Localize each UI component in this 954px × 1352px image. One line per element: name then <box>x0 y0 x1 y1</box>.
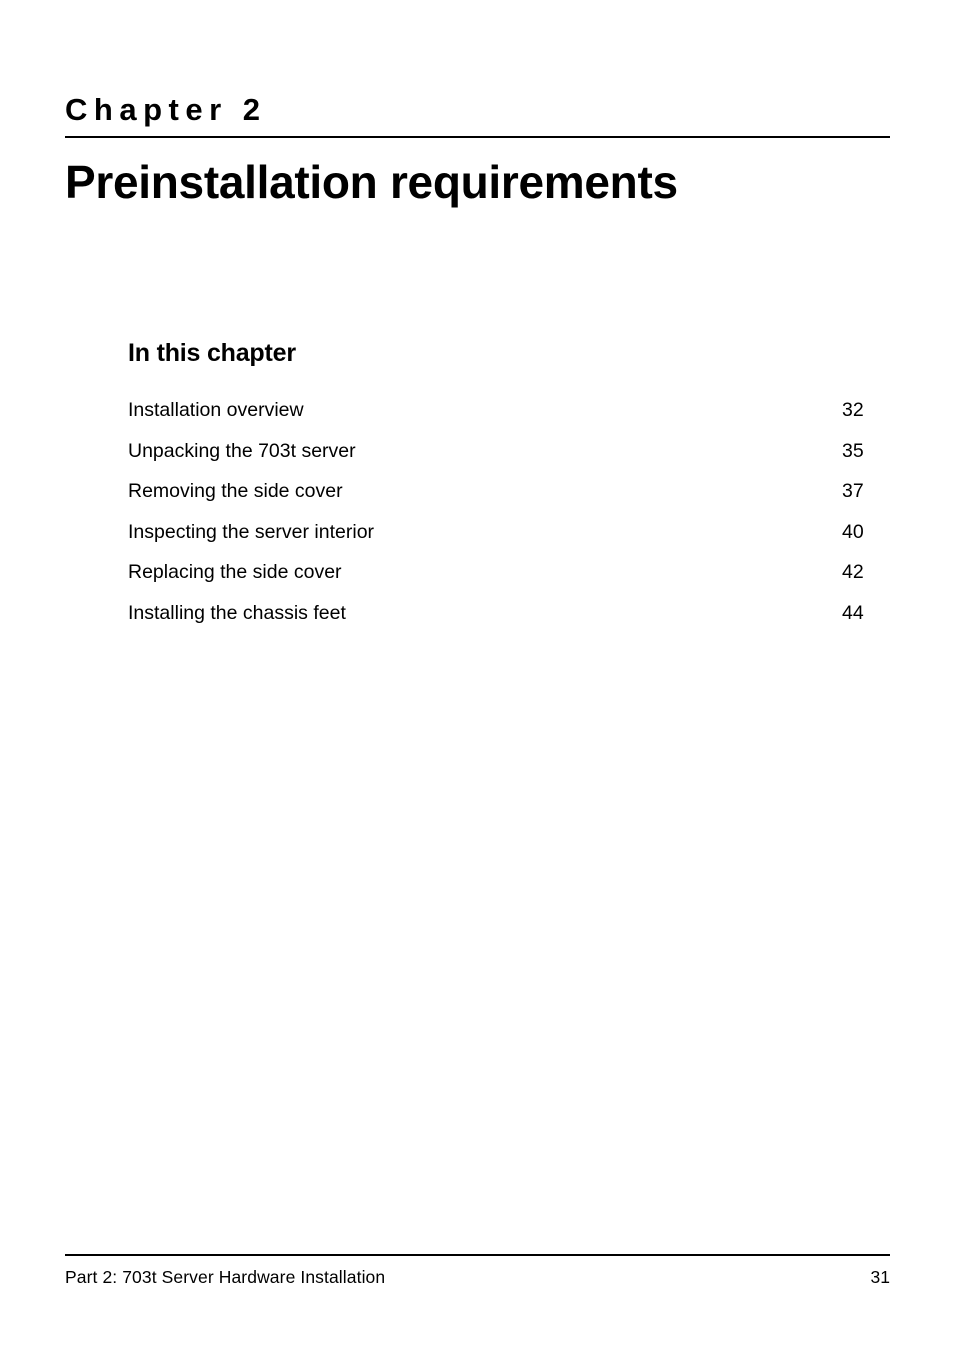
footer-page-number: 31 <box>870 1267 890 1287</box>
toc-entry-label: Replacing the side cover <box>128 561 342 584</box>
toc-entry[interactable]: Installation overview 32 <box>128 390 888 431</box>
footer-row: Part 2: 703t Server Hardware Installatio… <box>65 1256 890 1289</box>
toc-entry[interactable]: Removing the side cover 37 <box>128 471 888 512</box>
toc-entry[interactable]: Replacing the side cover 42 <box>128 552 888 593</box>
toc-entry-page-number: 32 <box>842 399 864 421</box>
chapter-header: Chapter 2 Preinstallation requirements <box>65 90 890 210</box>
toc-entry-label: Inspecting the server interior <box>128 520 375 543</box>
footer-part-label: Part 2: 703t Server Hardware Installatio… <box>65 1267 386 1287</box>
toc-entry[interactable]: Installing the chassis feet 44 <box>128 593 888 634</box>
page-title: Preinstallation requirements <box>65 156 678 208</box>
toc-entry-page-number: 42 <box>842 561 864 584</box>
toc-entry-page-number: 40 <box>842 520 864 543</box>
toc-entry-page-number: 37 <box>842 480 864 503</box>
toc-entry-label: Removing the side cover <box>128 480 343 503</box>
table-of-contents-list: Installation overview 32 Unpacking the 703… <box>128 390 888 634</box>
chapter-number-label: Chapter 2 <box>65 92 267 127</box>
toc-entry-label: Installing the chassis feet <box>128 601 346 624</box>
toc-entry[interactable]: Inspecting the server interior 40 <box>128 512 888 553</box>
toc-entry[interactable]: Unpacking the 703t server 35 <box>128 431 888 472</box>
toc-entry-label: Unpacking the 703t server <box>128 439 356 462</box>
in-this-chapter-heading: In this chapter <box>128 339 296 367</box>
toc-entry-page-number: 35 <box>842 439 864 462</box>
toc-entry-page-number: 44 <box>842 601 864 624</box>
toc-entry-label: Installation overview <box>128 399 304 421</box>
in-this-chapter-section: In this chapter Installation overview 32 U… <box>128 338 888 634</box>
manual-page: Chapter 2 Preinstallation requirements I… <box>0 0 954 1352</box>
page-footer: Part 2: 703t Server Hardware Installatio… <box>65 1254 890 1289</box>
